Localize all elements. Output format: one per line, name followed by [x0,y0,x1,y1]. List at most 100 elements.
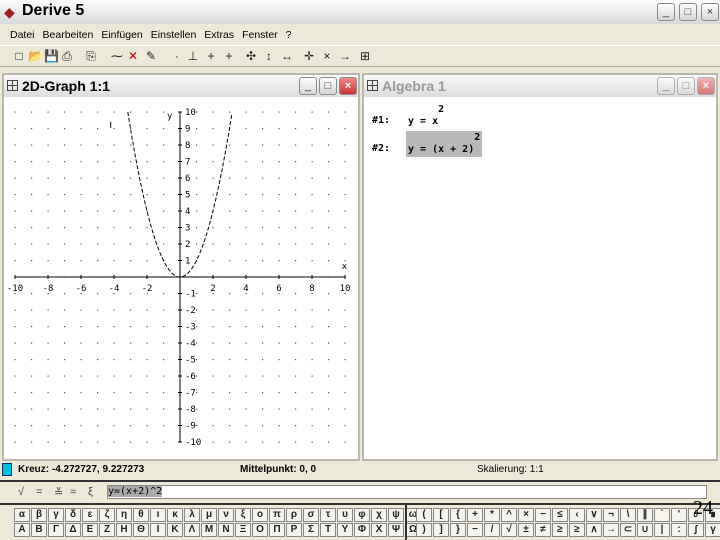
symbol-button[interactable]: ν [218,508,234,522]
symbol-button[interactable]: Δ [65,523,81,537]
zoom-horizontal-icon[interactable]: ↔ [280,49,294,63]
zoom-out-icon[interactable]: → [338,49,352,63]
symbol-button[interactable]: − [467,523,483,537]
cross-icon[interactable]: + [204,49,218,63]
minimize-button[interactable]: _ [657,3,675,21]
symbol-button[interactable]: ( [416,508,432,522]
symbol-button[interactable]: → [603,523,619,537]
menu-2[interactable]: Einfügen [101,29,142,41]
symbol-button[interactable]: α [14,508,30,522]
symbol-button[interactable]: Ε [82,523,98,537]
close-button[interactable]: × [701,3,719,21]
symbol-button[interactable]: ρ [286,508,302,522]
solve-icon[interactable]: ≚ [54,486,63,499]
symbol-button[interactable]: ζ [99,508,115,522]
symbol-button[interactable]: + [467,508,483,522]
graph-maximize-button[interactable]: □ [319,77,337,95]
center-icon[interactable]: ✛ [302,49,316,63]
zoom-both-icon[interactable]: ✣ [244,49,258,63]
symbol-button[interactable]: } [450,523,466,537]
symbol-button[interactable]: Ι [150,523,166,537]
symbol-button[interactable]: γ [48,508,64,522]
copy-icon[interactable]: ⎘ [84,49,98,63]
symbol-button[interactable]: Β [31,523,47,537]
symbol-button[interactable]: ∨ [586,508,602,522]
symbol-button[interactable]: υ [337,508,353,522]
simplify-icon[interactable]: √ [18,486,24,498]
symbol-button[interactable]: θ [133,508,149,522]
symbol-button[interactable]: Υ [337,523,353,537]
maximize-button[interactable]: □ [679,3,697,21]
symbol-button[interactable]: ‹ [569,508,585,522]
symbol-button[interactable]: Ξ [235,523,251,537]
symbol-button[interactable]: ε [82,508,98,522]
equals-icon[interactable]: ≈ [70,486,76,498]
symbol-button[interactable]: \ [620,508,636,522]
symbol-button[interactable]: ο [252,508,268,522]
symbol-button[interactable]: Ζ [99,523,115,537]
symbol-button[interactable]: Χ [371,523,387,537]
symbol-button[interactable]: ξ [235,508,251,522]
symbol-button[interactable]: ' [671,508,687,522]
symbol-button[interactable]: β [31,508,47,522]
algebra-maximize-button[interactable]: □ [677,77,695,95]
plus-icon[interactable]: + [222,49,236,63]
symbol-button[interactable]: φ [354,508,370,522]
menu-5[interactable]: Fenster [242,29,278,41]
symbol-button[interactable]: Γ [48,523,64,537]
expression-input[interactable]: y=(x+2)^2 [107,485,707,499]
symbol-button[interactable]: ∧ [586,523,602,537]
symbol-button[interactable]: ∥ [637,508,653,522]
symbol-button[interactable]: ∫ [688,523,704,537]
approximate-icon[interactable]: = [36,486,42,498]
symbol-button[interactable]: ∪ [637,523,653,537]
graph-close-button[interactable]: × [339,77,357,95]
graph-minimize-button[interactable]: _ [299,77,317,95]
symbol-button[interactable]: * [484,508,500,522]
symbol-button[interactable]: Μ [201,523,217,537]
new-icon[interactable]: □ [12,49,26,63]
symbol-button[interactable]: σ [303,508,319,522]
axes-icon[interactable]: ⊥ [186,49,200,63]
zoom-in-icon[interactable]: × [320,49,334,63]
symbol-button[interactable]: Φ [354,523,370,537]
expression-row[interactable]: y = x2 [406,103,446,129]
symbol-button[interactable]: κ [167,508,183,522]
menu-3[interactable]: Einstellen [151,29,197,41]
symbol-button[interactable]: Σ [303,523,319,537]
symbol-button[interactable]: ] [433,523,449,537]
symbol-button[interactable]: η [116,508,132,522]
menu-4[interactable]: Extras [204,29,234,41]
symbol-button[interactable]: τ [320,508,336,522]
edit-icon[interactable]: ✎ [144,49,158,63]
symbol-button[interactable]: ) [416,523,432,537]
algebra-close-button[interactable]: × [697,77,715,95]
symbol-button[interactable]: / [484,523,500,537]
symbol-button[interactable]: π [269,508,285,522]
symbol-button[interactable]: Ο [252,523,268,537]
symbol-button[interactable]: Θ [133,523,149,537]
symbol-button[interactable]: ≤ [552,508,568,522]
symbol-button[interactable]: ^ [501,508,517,522]
save-icon[interactable]: 💾 [44,49,59,63]
open-icon[interactable]: 📂 [28,49,43,63]
symbol-button[interactable]: Ρ [286,523,302,537]
symbol-button[interactable]: ψ [388,508,404,522]
menu-6[interactable]: ? [286,29,292,41]
symbol-button[interactable]: δ [65,508,81,522]
algebra-minimize-button[interactable]: _ [657,77,675,95]
symbol-button[interactable]: × [518,508,534,522]
delete-icon[interactable]: ✕ [126,49,140,63]
print-icon[interactable]: ⎙ [60,49,74,63]
trace-icon[interactable]: · [170,49,184,63]
symbol-button[interactable]: Τ [320,523,336,537]
symbol-button[interactable]: ¬ [603,508,619,522]
symbol-button[interactable]: χ [371,508,387,522]
symbol-button[interactable]: : [671,523,687,537]
symbol-button[interactable]: Ν [218,523,234,537]
plot-area[interactable]: -10 -8 -6 -4 -2 2 4 6 8 10 10 9 8 7 6 5 4 3 2 1 -1 -2 -3 -4 -5 -6… [4,97,358,459]
symbol-button[interactable]: { [450,508,466,522]
symbol-button[interactable]: ≥ [552,523,568,537]
symbol-button[interactable]: Ψ [388,523,404,537]
symbol-button[interactable]: Π [269,523,285,537]
